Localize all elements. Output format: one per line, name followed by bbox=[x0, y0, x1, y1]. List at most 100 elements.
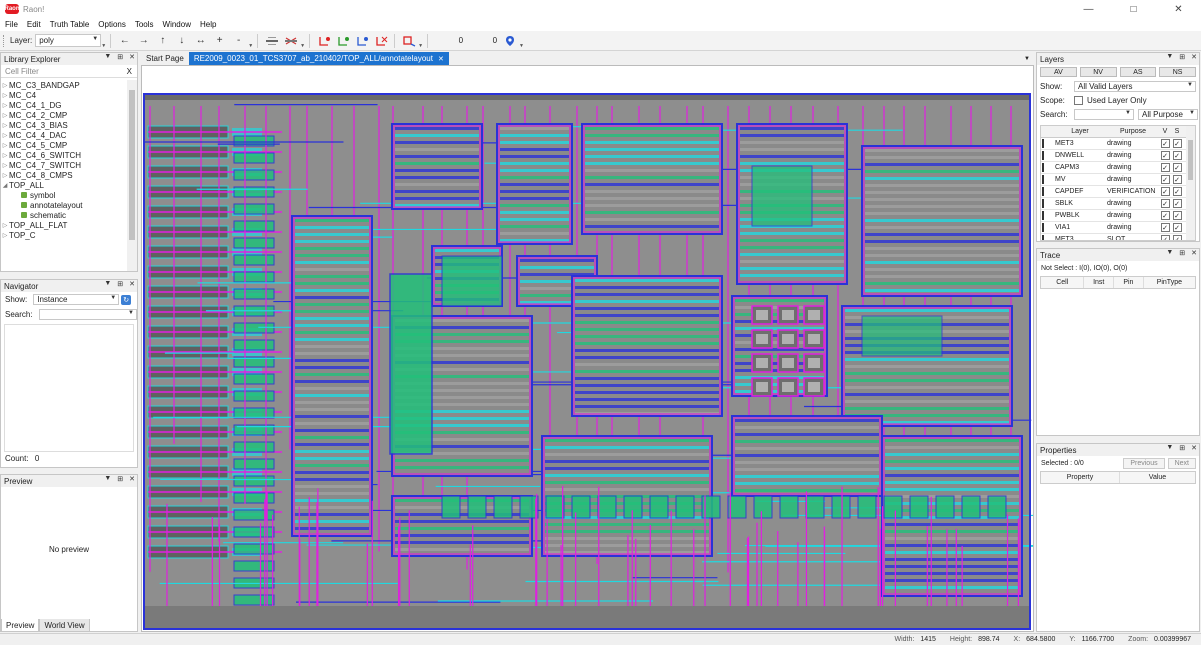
selectable-checkbox[interactable]: ✓ bbox=[1172, 211, 1182, 220]
visible-checkbox[interactable]: ✓ bbox=[1160, 151, 1170, 160]
cut-layout-icon[interactable] bbox=[281, 33, 300, 49]
menu-file[interactable]: File bbox=[0, 20, 22, 29]
library-tree-item[interactable]: ▷ MC_C4_3_BIAS bbox=[1, 120, 127, 130]
pin-icon[interactable]: ⊞ bbox=[1179, 53, 1185, 61]
visible-checkbox[interactable]: ✓ bbox=[1160, 175, 1170, 184]
collapsed-arrow-icon[interactable]: ▷ bbox=[1, 82, 9, 89]
close-icon[interactable]: ✕ bbox=[1191, 444, 1197, 452]
visible-checkbox[interactable]: ✓ bbox=[1160, 211, 1170, 220]
next-button[interactable]: Next bbox=[1167, 457, 1196, 469]
chevron-down-icon[interactable]: ▼ bbox=[104, 280, 111, 288]
zoom-out-icon[interactable]: - bbox=[229, 33, 248, 49]
tab-list-icon[interactable]: ▼ bbox=[1024, 56, 1030, 62]
scrollbar-thumb[interactable] bbox=[1188, 140, 1193, 180]
library-tree-item[interactable]: ▷ MC_C4_1_DG bbox=[1, 100, 127, 110]
library-tree-item[interactable]: ▷ TOP_ALL_FLAT bbox=[1, 220, 127, 230]
show-select[interactable]: Instance ▼ bbox=[33, 294, 120, 305]
arrow-right-icon[interactable]: → bbox=[134, 33, 153, 49]
library-tree-item[interactable]: ▷ MC_C4_2_CMP bbox=[1, 110, 127, 120]
layer-row[interactable]: MET3 SLOT ✓ ✓ bbox=[1041, 234, 1195, 240]
close-window-button[interactable]: ✕ bbox=[1156, 0, 1201, 18]
collapsed-arrow-icon[interactable]: ▷ bbox=[1, 152, 9, 159]
collapsed-arrow-icon[interactable]: ▷ bbox=[1, 172, 9, 179]
location-pin-icon[interactable] bbox=[500, 33, 519, 49]
library-tree-item[interactable]: ▷ MC_C4 bbox=[1, 90, 127, 100]
library-tree-item[interactable]: ◢ TOP_ALL bbox=[1, 180, 127, 190]
toolbar-overflow-icon[interactable]: ▼ bbox=[248, 43, 253, 49]
library-tree-item[interactable]: ▷ MC_C4_8_CMPS bbox=[1, 170, 127, 180]
pin-icon[interactable]: ⊞ bbox=[1179, 444, 1185, 452]
selectable-checkbox[interactable]: ✓ bbox=[1172, 151, 1182, 160]
chevron-down-icon[interactable]: ▼ bbox=[104, 53, 111, 61]
toolbar-overflow-icon[interactable]: ▼ bbox=[519, 43, 524, 49]
collapsed-arrow-icon[interactable]: ▷ bbox=[1, 222, 9, 229]
toolbar-overflow-icon[interactable]: ▼ bbox=[300, 43, 305, 49]
column-visible[interactable]: V bbox=[1159, 128, 1171, 135]
selectable-checkbox[interactable]: ✓ bbox=[1172, 223, 1182, 232]
menu-truth-table[interactable]: Truth Table bbox=[45, 20, 94, 29]
chevron-down-icon[interactable]: ▼ bbox=[1166, 444, 1173, 452]
menu-help[interactable]: Help bbox=[195, 20, 220, 29]
layer-row[interactable]: DNWELL drawing ✓ ✓ bbox=[1041, 150, 1195, 162]
coord-field-a[interactable]: 0 bbox=[432, 34, 466, 47]
layer-select[interactable]: poly ▼ bbox=[35, 34, 102, 47]
menu-options[interactable]: Options bbox=[93, 20, 130, 29]
navigator-search-input[interactable]: ▼ bbox=[38, 309, 137, 320]
column-inst[interactable]: Inst bbox=[1084, 277, 1115, 288]
visible-checkbox[interactable]: ✓ bbox=[1160, 187, 1170, 196]
probe-trace-icon[interactable] bbox=[352, 33, 371, 49]
close-icon[interactable]: ✕ bbox=[129, 475, 135, 483]
tab-start-page[interactable]: Start Page bbox=[141, 52, 189, 65]
library-scrollbar[interactable] bbox=[127, 80, 137, 271]
navigator-list[interactable] bbox=[4, 324, 134, 452]
library-tree-item[interactable]: annotatelayout bbox=[1, 200, 127, 210]
tab-preview[interactable]: Preview bbox=[1, 619, 40, 632]
column-pintype[interactable]: PinType bbox=[1144, 277, 1195, 288]
visible-checkbox[interactable]: ✓ bbox=[1160, 223, 1170, 232]
library-tree-item[interactable]: symbol bbox=[1, 190, 127, 200]
library-tree-item[interactable]: schematic bbox=[1, 210, 127, 220]
close-icon[interactable]: ✕ bbox=[129, 280, 135, 288]
align-icon[interactable] bbox=[262, 33, 281, 49]
close-icon[interactable]: ✕ bbox=[1191, 53, 1197, 61]
probe-net-icon[interactable] bbox=[314, 33, 333, 49]
layer-row[interactable]: PWBLK drawing ✓ ✓ bbox=[1041, 210, 1195, 222]
menu-tools[interactable]: Tools bbox=[130, 20, 158, 29]
used-layer-only-checkbox[interactable] bbox=[1074, 95, 1083, 105]
selectable-checkbox[interactable]: ✓ bbox=[1172, 199, 1182, 208]
layer-row[interactable]: CAPM3 drawing ✓ ✓ bbox=[1041, 162, 1195, 174]
tab-world-view[interactable]: World View bbox=[39, 619, 90, 632]
toolbar-overflow-icon[interactable]: ▼ bbox=[418, 43, 423, 49]
maximize-button[interactable]: □ bbox=[1111, 0, 1156, 18]
collapsed-arrow-icon[interactable]: ▷ bbox=[1, 112, 9, 119]
tab-av[interactable]: AV bbox=[1040, 67, 1077, 77]
chevron-down-icon[interactable]: ▼ bbox=[1166, 249, 1173, 257]
clear-filter-icon[interactable]: X bbox=[127, 67, 132, 76]
collapsed-arrow-icon[interactable]: ▷ bbox=[1, 142, 9, 149]
library-tree-item[interactable]: ▷ MC_C4_6_SWITCH bbox=[1, 150, 127, 160]
pin-icon[interactable]: ⊞ bbox=[1179, 249, 1185, 257]
collapsed-arrow-icon[interactable]: ▷ bbox=[1, 232, 9, 239]
collapsed-arrow-icon[interactable]: ▷ bbox=[1, 162, 9, 169]
scrollbar-thumb[interactable] bbox=[129, 90, 135, 240]
layer-row[interactable]: MET3 drawing ✓ ✓ bbox=[1041, 138, 1195, 150]
pin-icon[interactable]: ⊞ bbox=[117, 53, 123, 61]
previous-button[interactable]: Previous bbox=[1123, 457, 1165, 469]
tab-ns[interactable]: NS bbox=[1159, 67, 1196, 77]
layout-canvas[interactable] bbox=[141, 65, 1034, 632]
tab-nv[interactable]: NV bbox=[1079, 67, 1117, 77]
purpose-select[interactable]: All Purpose ▼ bbox=[1138, 108, 1198, 120]
selectable-checkbox[interactable]: ✓ bbox=[1172, 139, 1182, 148]
tab-annotatelayout[interactable]: RE2009_0023_01_TCS3707_ab_210402/TOP_ALL… bbox=[188, 52, 449, 65]
column-cell[interactable]: Cell bbox=[1041, 277, 1085, 288]
column-pin[interactable]: Pin bbox=[1114, 277, 1144, 288]
layers-search-input[interactable]: ▼ bbox=[1074, 108, 1134, 120]
probe-clear-icon[interactable] bbox=[371, 33, 390, 49]
arrow-up-icon[interactable]: ↑ bbox=[153, 33, 172, 49]
library-tree-item[interactable]: ▷ MC_C3_BANDGAP bbox=[1, 80, 127, 90]
menu-window[interactable]: Window bbox=[158, 20, 195, 29]
layer-row[interactable]: MV drawing ✓ ✓ bbox=[1041, 174, 1195, 186]
close-icon[interactable]: ✕ bbox=[129, 53, 135, 61]
layer-row[interactable]: VIA1 drawing ✓ ✓ bbox=[1041, 222, 1195, 234]
selectable-checkbox[interactable]: ✓ bbox=[1172, 187, 1182, 196]
